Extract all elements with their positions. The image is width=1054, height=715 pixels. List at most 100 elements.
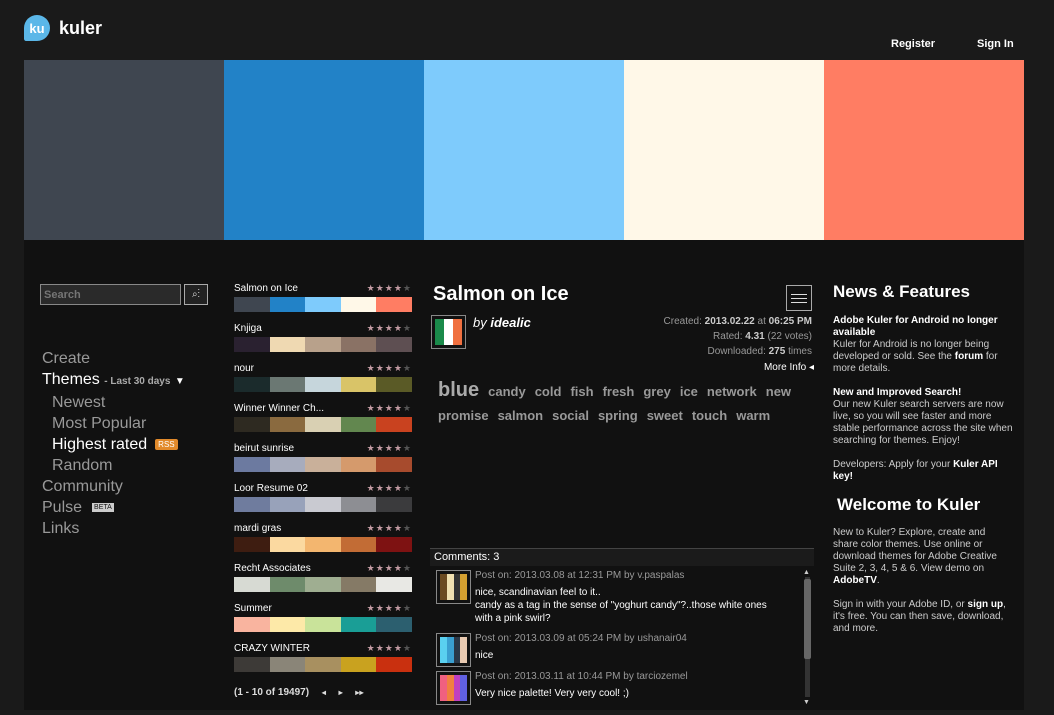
theme-name[interactable]: Knjiga <box>234 323 262 334</box>
theme-swatches[interactable] <box>234 297 412 312</box>
tag-link[interactable]: fresh <box>603 380 635 404</box>
nav-themes[interactable]: Themes - Last 30 days ▼ <box>42 369 185 392</box>
theme-swatches[interactable] <box>234 537 412 552</box>
rating-stars[interactable]: ★★★★★ <box>367 643 412 654</box>
theme-name[interactable]: nour <box>234 363 254 374</box>
hero-swatch[interactable]: #7ecbfc <box>424 60 624 240</box>
more-info-link[interactable]: More Info ◂ <box>764 362 814 373</box>
created-row: Created: 2013.02.22 at 06:25 PM <box>663 316 812 327</box>
nav-pulse[interactable]: Pulse BETA <box>42 497 185 518</box>
theme-swatches[interactable] <box>234 337 412 352</box>
tag-link[interactable]: cold <box>535 380 562 404</box>
welcome-body: New to Kuler? Explore, create and share … <box>833 527 997 586</box>
nav-newest[interactable]: Newest <box>42 392 185 413</box>
forum-link[interactable]: forum <box>955 351 983 362</box>
theme-swatches[interactable] <box>234 457 412 472</box>
pager-next-icon[interactable]: ▸ <box>339 688 343 697</box>
theme-list-item[interactable]: mardi gras ★★★★★ <box>234 521 412 561</box>
tag-link[interactable]: grey <box>643 380 670 404</box>
theme-list-item[interactable]: CRAZY WINTER ★★★★★ <box>234 641 412 681</box>
rating-stars[interactable]: ★★★★★ <box>367 443 412 454</box>
nav-random[interactable]: Random <box>42 455 185 476</box>
theme-list-item[interactable]: Knjiga ★★★★★ <box>234 321 412 361</box>
rating-stars[interactable]: ★★★★★ <box>367 283 412 294</box>
commenter-avatar[interactable] <box>436 671 471 705</box>
pager-prev-icon[interactable]: ◂ <box>322 688 326 697</box>
adobetv-link[interactable]: AdobeTV <box>833 575 877 586</box>
theme-name[interactable]: Recht Associates <box>234 563 311 574</box>
theme-list-item[interactable]: Loor Resume 02 ★★★★★ <box>234 481 412 521</box>
rating-stars[interactable]: ★★★★★ <box>367 323 412 334</box>
theme-name[interactable]: Salmon on Ice <box>234 283 298 294</box>
pager-last-icon[interactable]: ▸▸ <box>355 688 363 697</box>
news-item3: Developers: Apply for your Kuler API key… <box>833 459 998 482</box>
rating-stars[interactable]: ★★★★★ <box>367 563 412 574</box>
signin-link[interactable]: Sign In <box>977 38 1014 50</box>
rating-stars[interactable]: ★★★★★ <box>367 363 412 374</box>
filter-dropdown-icon[interactable]: ▼ <box>175 376 185 387</box>
scroll-thumb[interactable] <box>804 579 811 659</box>
theme-swatches[interactable] <box>234 497 412 512</box>
search-button[interactable]: ⌕⁝ <box>184 284 208 305</box>
scroll-down-icon[interactable]: ▼ <box>803 699 810 706</box>
theme-swatches[interactable] <box>234 617 412 632</box>
kuler-logo[interactable]: ku kuler <box>24 15 102 41</box>
theme-swatches[interactable] <box>234 377 412 392</box>
comments-scrollbar[interactable]: ▲ ▼ <box>803 569 812 709</box>
tag-link[interactable]: sweet <box>647 404 683 428</box>
scroll-up-icon[interactable]: ▲ <box>803 569 810 576</box>
tag-link[interactable]: social <box>552 404 589 428</box>
theme-list-item[interactable]: Recht Associates ★★★★★ <box>234 561 412 601</box>
nav-create[interactable]: Create <box>42 348 185 369</box>
commenter-avatar[interactable] <box>436 633 471 667</box>
rating-stars[interactable]: ★★★★★ <box>367 483 412 494</box>
hero-swatch[interactable]: #2282c7 <box>224 60 424 240</box>
theme-swatches[interactable] <box>234 577 412 592</box>
nav-links[interactable]: Links <box>42 518 185 539</box>
author-link[interactable]: idealic <box>490 315 530 330</box>
register-link[interactable]: Register <box>891 38 935 50</box>
rss-icon[interactable]: RSS <box>155 439 178 451</box>
theme-list-item[interactable]: beirut sunrise ★★★★★ <box>234 441 412 481</box>
nav-most-popular[interactable]: Most Popular <box>42 413 185 434</box>
author-avatar[interactable] <box>431 315 466 349</box>
theme-name[interactable]: mardi gras <box>234 523 281 534</box>
tag-link[interactable]: new <box>766 380 791 404</box>
signup-link[interactable]: sign up <box>968 599 1004 610</box>
tag-link[interactable]: candy <box>488 380 526 404</box>
hero-swatch[interactable]: #ff7d63 <box>824 60 1024 240</box>
themes-filter[interactable]: - Last 30 days <box>104 376 170 387</box>
nav-highest-rated[interactable]: Highest rated RSS <box>42 434 185 455</box>
nav-themes-label: Themes <box>42 371 100 388</box>
tag-link[interactable]: blue <box>438 378 479 402</box>
theme-name[interactable]: Winner Winner Ch... <box>234 403 324 414</box>
theme-name[interactable]: Summer <box>234 603 272 614</box>
theme-name[interactable]: beirut sunrise <box>234 443 294 454</box>
theme-name[interactable]: Loor Resume 02 <box>234 483 308 494</box>
theme-name[interactable]: CRAZY WINTER <box>234 643 310 654</box>
theme-list-item[interactable]: Summer ★★★★★ <box>234 601 412 641</box>
tag-link[interactable]: spring <box>598 404 638 428</box>
tag-link[interactable]: warm <box>736 404 770 428</box>
tag-link[interactable]: promise <box>438 404 489 428</box>
theme-swatches[interactable] <box>234 657 412 672</box>
theme-list-item[interactable]: nour ★★★★★ <box>234 361 412 401</box>
tag-link[interactable]: salmon <box>498 404 544 428</box>
nav-community[interactable]: Community <box>42 476 185 497</box>
theme-swatches[interactable] <box>234 417 412 432</box>
rating-stars[interactable]: ★★★★★ <box>367 403 412 414</box>
commenter-avatar[interactable] <box>436 570 471 604</box>
rating-stars[interactable]: ★★★★★ <box>367 603 412 614</box>
rating-stars[interactable]: ★★★★★ <box>367 523 412 534</box>
search-input[interactable] <box>40 284 181 305</box>
tag-link[interactable]: ice <box>680 380 698 404</box>
theme-list-item[interactable]: Winner Winner Ch... ★★★★★ <box>234 401 412 441</box>
hero-swatch[interactable]: #fff8e8 <box>624 60 824 240</box>
tag-link[interactable]: fish <box>570 380 593 404</box>
adjust-sliders-button[interactable] <box>786 285 812 311</box>
hero-swatch[interactable]: #3f4650 <box>24 60 224 240</box>
search-icon: ⌕⁝ <box>191 289 201 300</box>
theme-list-item[interactable]: Salmon on Ice ★★★★★ <box>234 281 412 321</box>
tag-link[interactable]: network <box>707 380 757 404</box>
tag-link[interactable]: touch <box>692 404 727 428</box>
